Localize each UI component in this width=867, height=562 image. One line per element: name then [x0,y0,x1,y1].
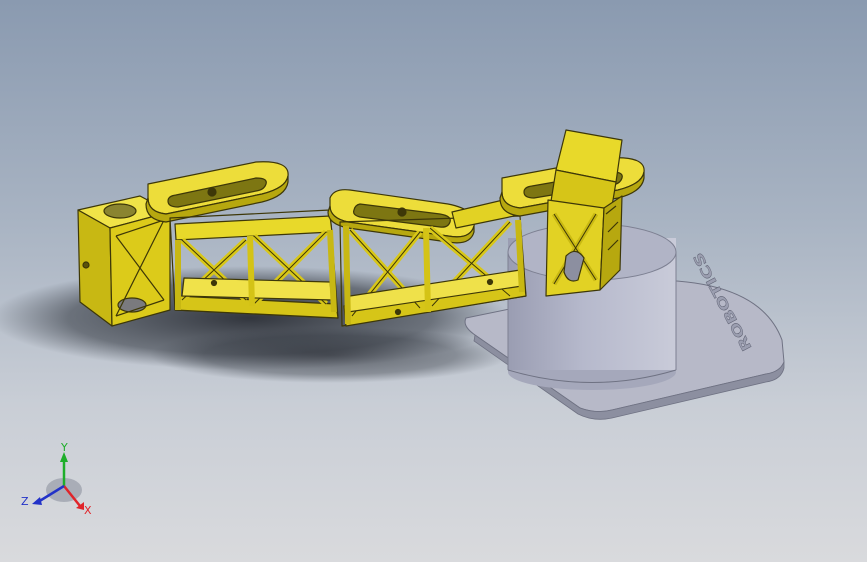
y-axis-label: Y [60,442,68,454]
3d-viewport[interactable]: ROBOTICS Y X Z [0,0,867,562]
z-axis-label: Z [21,495,29,508]
model-scene[interactable]: ROBOTICS [0,0,867,562]
shoulder-bracket[interactable] [545,129,623,297]
orientation-triad[interactable]: Y X Z [18,442,98,522]
x-axis-label: X [84,504,92,517]
